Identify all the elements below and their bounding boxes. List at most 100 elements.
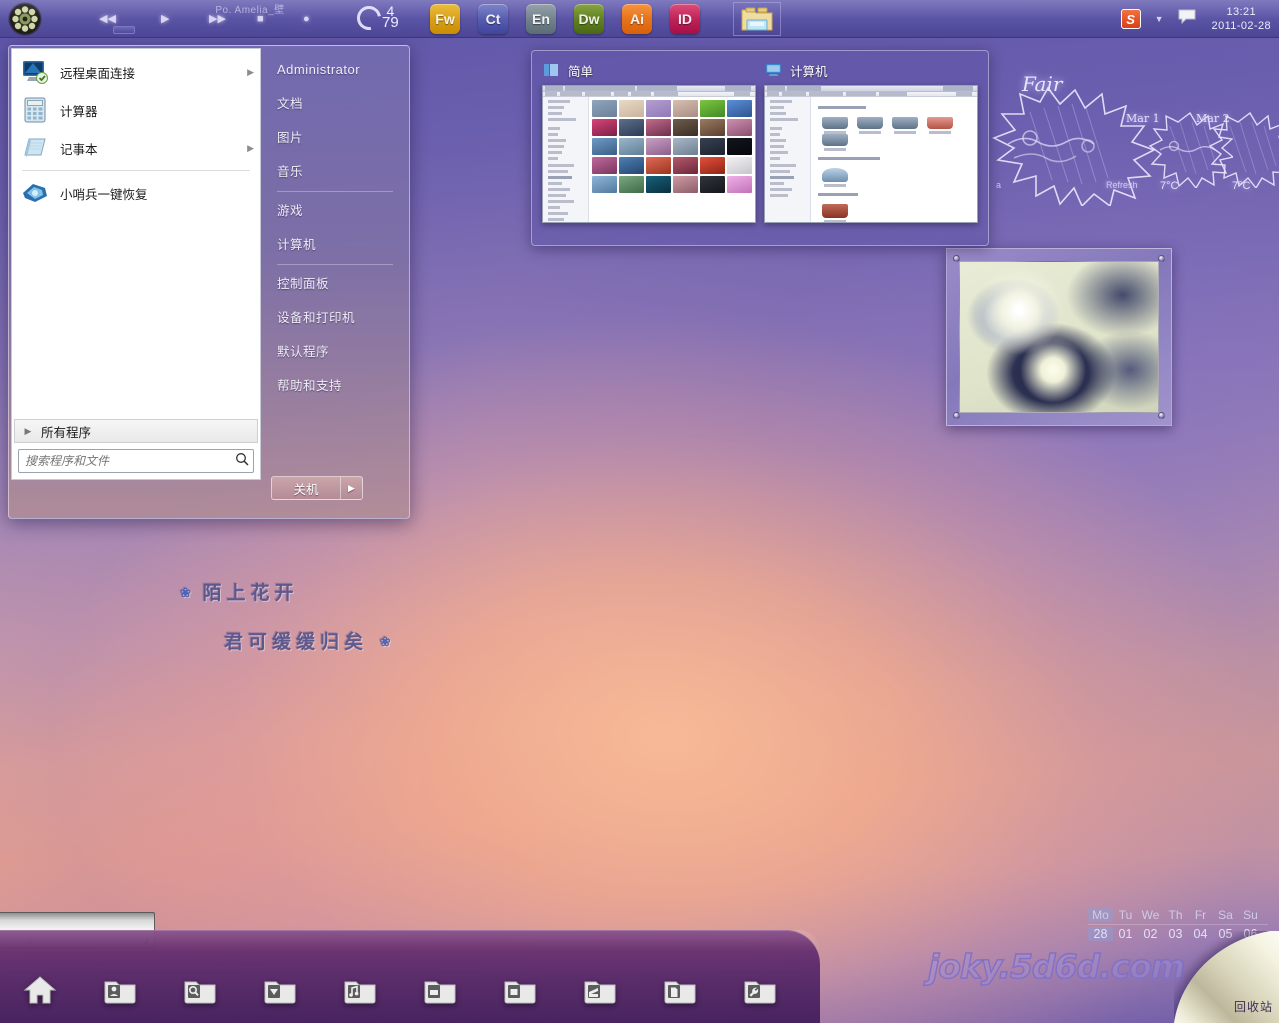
thumbnail-title: 计算机 [790, 64, 828, 79]
calendar-weekday: Mo [1088, 908, 1113, 922]
wallpaper-line2-text: 君可缓缓归矣 [224, 631, 369, 653]
dock-movies-folder-icon[interactable] [560, 967, 640, 1013]
calendar-day[interactable]: 02 [1138, 927, 1163, 941]
thumbnail-preview[interactable]: 简单 [542, 59, 756, 237]
picture-slideshow-gadget[interactable] [946, 248, 1172, 426]
thumbnail-preview[interactable]: 计算机 [764, 59, 978, 237]
start-menu-item-label: 远程桌面连接 [60, 66, 136, 81]
recycle-bin-label[interactable]: 回收站 [1234, 998, 1273, 1015]
start-orb-button[interactable] [8, 2, 42, 36]
chevron-right-icon[interactable]: ▶ [340, 477, 362, 499]
window-preview-computer[interactable] [764, 85, 978, 223]
rewind-icon[interactable]: ◀◀ [99, 13, 116, 25]
calendar-weekday: Tu [1118, 908, 1133, 922]
drive-item [820, 117, 850, 134]
chevron-right-icon[interactable]: ▶ [247, 67, 254, 78]
folder-explorer-icon[interactable] [733, 2, 781, 36]
window-preview-explorer-pictures[interactable] [542, 85, 756, 223]
dock [0, 962, 800, 1018]
chevron-down-icon[interactable]: ▼ [1155, 14, 1164, 24]
start-menu-item-default-programs[interactable]: 默认程序 [277, 335, 409, 369]
ime-icon[interactable]: S [1120, 9, 1141, 29]
wallpaper-line1-text: 陌上花开 [202, 582, 299, 604]
calculator-icon [20, 95, 50, 125]
start-menu-right-divider [277, 264, 393, 265]
weather-gadget[interactable]: Fair a Refresh Mar 1 7°C Mar 2 7°C [992, 58, 1279, 213]
chevron-right-icon[interactable]: ▶ [247, 143, 254, 154]
all-programs-button[interactable]: ▶ 所有程序 [14, 419, 258, 443]
start-menu-item-documents[interactable]: 文档 [277, 87, 409, 121]
search-input[interactable] [25, 454, 235, 468]
dock-home-icon[interactable] [0, 967, 80, 1013]
encore-icon[interactable]: En [526, 4, 556, 34]
start-menu-item-help-support[interactable]: 帮助和支持 [277, 369, 409, 403]
track-counter: 4 79 [382, 4, 399, 30]
notepad-icon [20, 133, 50, 163]
top-taskbar: Po. Amelia_壁 ◀◀ ▶ ▶▶ ■ ● 4 79 Fw Ct En D… [0, 0, 1279, 38]
dock-user-folder-icon[interactable] [80, 967, 160, 1013]
dock-documents-folder-icon[interactable] [640, 967, 720, 1013]
flower-ornament-icon: ❀ [180, 586, 191, 601]
clock[interactable]: 13:21 2011-02-28 [1212, 5, 1271, 33]
fireworks-icon[interactable]: Fw [430, 4, 460, 34]
calendar-weekday: Th [1168, 908, 1183, 922]
thumbnail-header: 简单 [542, 59, 756, 81]
media-mini-display[interactable] [113, 26, 135, 34]
contribute-icon[interactable]: Ct [478, 4, 508, 34]
dock-tools-folder-icon[interactable] [720, 967, 800, 1013]
start-menu-item-control-panel[interactable]: 控制面板 [277, 267, 409, 301]
start-menu-right-divider [277, 191, 393, 192]
start-menu: 远程桌面连接 ▶ 计算器 记事本 ▶ 小哨兵一键恢复 ▶ 所有程序 搜索程序和文… [8, 45, 410, 519]
record-icon[interactable]: ● [303, 13, 310, 25]
weather-sun-burst-small-2-icon [1208, 111, 1279, 188]
search-icon[interactable] [235, 452, 249, 471]
drive-item [820, 134, 850, 151]
thumbnail-title: 简单 [568, 64, 594, 79]
calendar-day[interactable]: 01 [1113, 927, 1138, 941]
weather-refresh-link[interactable]: Refresh [1106, 180, 1138, 190]
start-menu-item-calculator[interactable]: 计算器 [12, 91, 260, 129]
start-menu-item-devices-printers[interactable]: 设备和打印机 [277, 301, 409, 335]
weather-forecast-temp-1: 7°C [1160, 180, 1179, 192]
taskbar-thumbnail-previews: 简单 计算机 [531, 50, 989, 246]
play-icon[interactable]: ▶ [161, 13, 169, 25]
dock-music-folder-icon[interactable] [320, 967, 400, 1013]
preview-network-list [814, 198, 974, 222]
illustrator-icon[interactable]: Ai [622, 4, 652, 34]
calendar-day[interactable]: 28 [1088, 927, 1113, 941]
dock-search-folder-icon[interactable] [160, 967, 240, 1013]
remote-desktop-icon [20, 57, 50, 87]
track-total: 79 [382, 14, 399, 31]
calendar-weekday: Fr [1194, 908, 1207, 922]
preview-section-label [818, 193, 858, 196]
weather-forecast-temp-2: 7°C [1232, 180, 1251, 192]
start-menu-item-music[interactable]: 音乐 [277, 155, 409, 189]
start-menu-user-name[interactable]: Administrator [277, 60, 409, 87]
start-menu-item-computer[interactable]: 计算机 [277, 228, 409, 262]
frame-screw-top-right-icon [1158, 255, 1165, 262]
start-menu-divider [22, 170, 250, 171]
fast-forward-icon[interactable]: ▶▶ [209, 13, 226, 25]
stop-icon[interactable]: ■ [257, 13, 264, 25]
start-menu-item-label: 记事本 [60, 142, 98, 157]
frame-screw-bottom-left-icon [953, 412, 960, 419]
dock-downloads-folder-icon[interactable] [240, 967, 320, 1013]
indesign-icon[interactable]: ID [670, 4, 700, 34]
start-menu-item-pictures[interactable]: 图片 [277, 121, 409, 155]
dreamweaver-icon[interactable]: Dw [574, 4, 604, 34]
search-box[interactable] [18, 449, 254, 473]
dock-pictures-folder-icon[interactable] [400, 967, 480, 1013]
chevron-right-icon: ▶ [24, 425, 32, 436]
start-menu-item-recovery[interactable]: 小哨兵一键恢复 [12, 174, 260, 212]
shutdown-button[interactable]: 关机 ▶ [271, 476, 363, 500]
preview-computer-contents [811, 97, 977, 222]
start-menu-item-games[interactable]: 游戏 [277, 194, 409, 228]
shutdown-label: 关机 [293, 482, 319, 497]
dock-video-folder-icon[interactable] [480, 967, 560, 1013]
drive-item [855, 117, 885, 134]
start-menu-item-notepad[interactable]: 记事本 ▶ [12, 129, 260, 167]
start-menu-item-remote-desktop[interactable]: 远程桌面连接 ▶ [12, 53, 260, 91]
preview-section-label [818, 157, 880, 160]
wallpaper-text-line-1: ❀ 陌上花开 [180, 578, 420, 605]
message-balloon-icon[interactable] [1178, 9, 1196, 29]
